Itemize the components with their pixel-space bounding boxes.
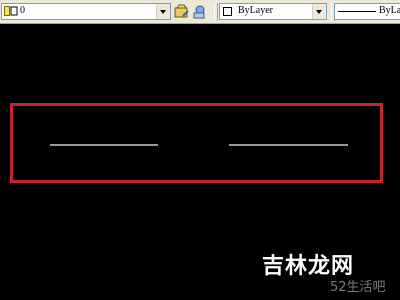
linetype-combo-value: ByLay xyxy=(379,5,400,16)
color-swatch-icon xyxy=(223,7,232,16)
toolbar-separator xyxy=(214,3,218,21)
layer-previous-icon[interactable] xyxy=(192,4,207,19)
layer-state-icon xyxy=(4,6,18,16)
left-line-segment[interactable] xyxy=(50,144,158,146)
color-combo[interactable]: ByLayer xyxy=(219,3,327,20)
highlight-frame xyxy=(10,103,383,183)
watermark-sub: 52生活吧 xyxy=(330,280,386,295)
linetype-sample-line xyxy=(338,11,376,12)
linetype-combo[interactable]: ByLay xyxy=(334,3,400,20)
color-combo-value: ByLayer xyxy=(238,5,273,16)
layer-combo-dropdown-arrow[interactable] xyxy=(156,4,170,19)
properties-toolbar: 0 ByLayer ByLay xyxy=(0,0,400,24)
layer-combo-value: 0 xyxy=(20,5,25,16)
right-line-segment[interactable] xyxy=(229,144,348,146)
color-combo-dropdown-arrow[interactable] xyxy=(312,4,326,19)
make-object-layer-current-icon[interactable] xyxy=(174,4,189,19)
layer-combo[interactable]: 0 xyxy=(1,3,171,20)
